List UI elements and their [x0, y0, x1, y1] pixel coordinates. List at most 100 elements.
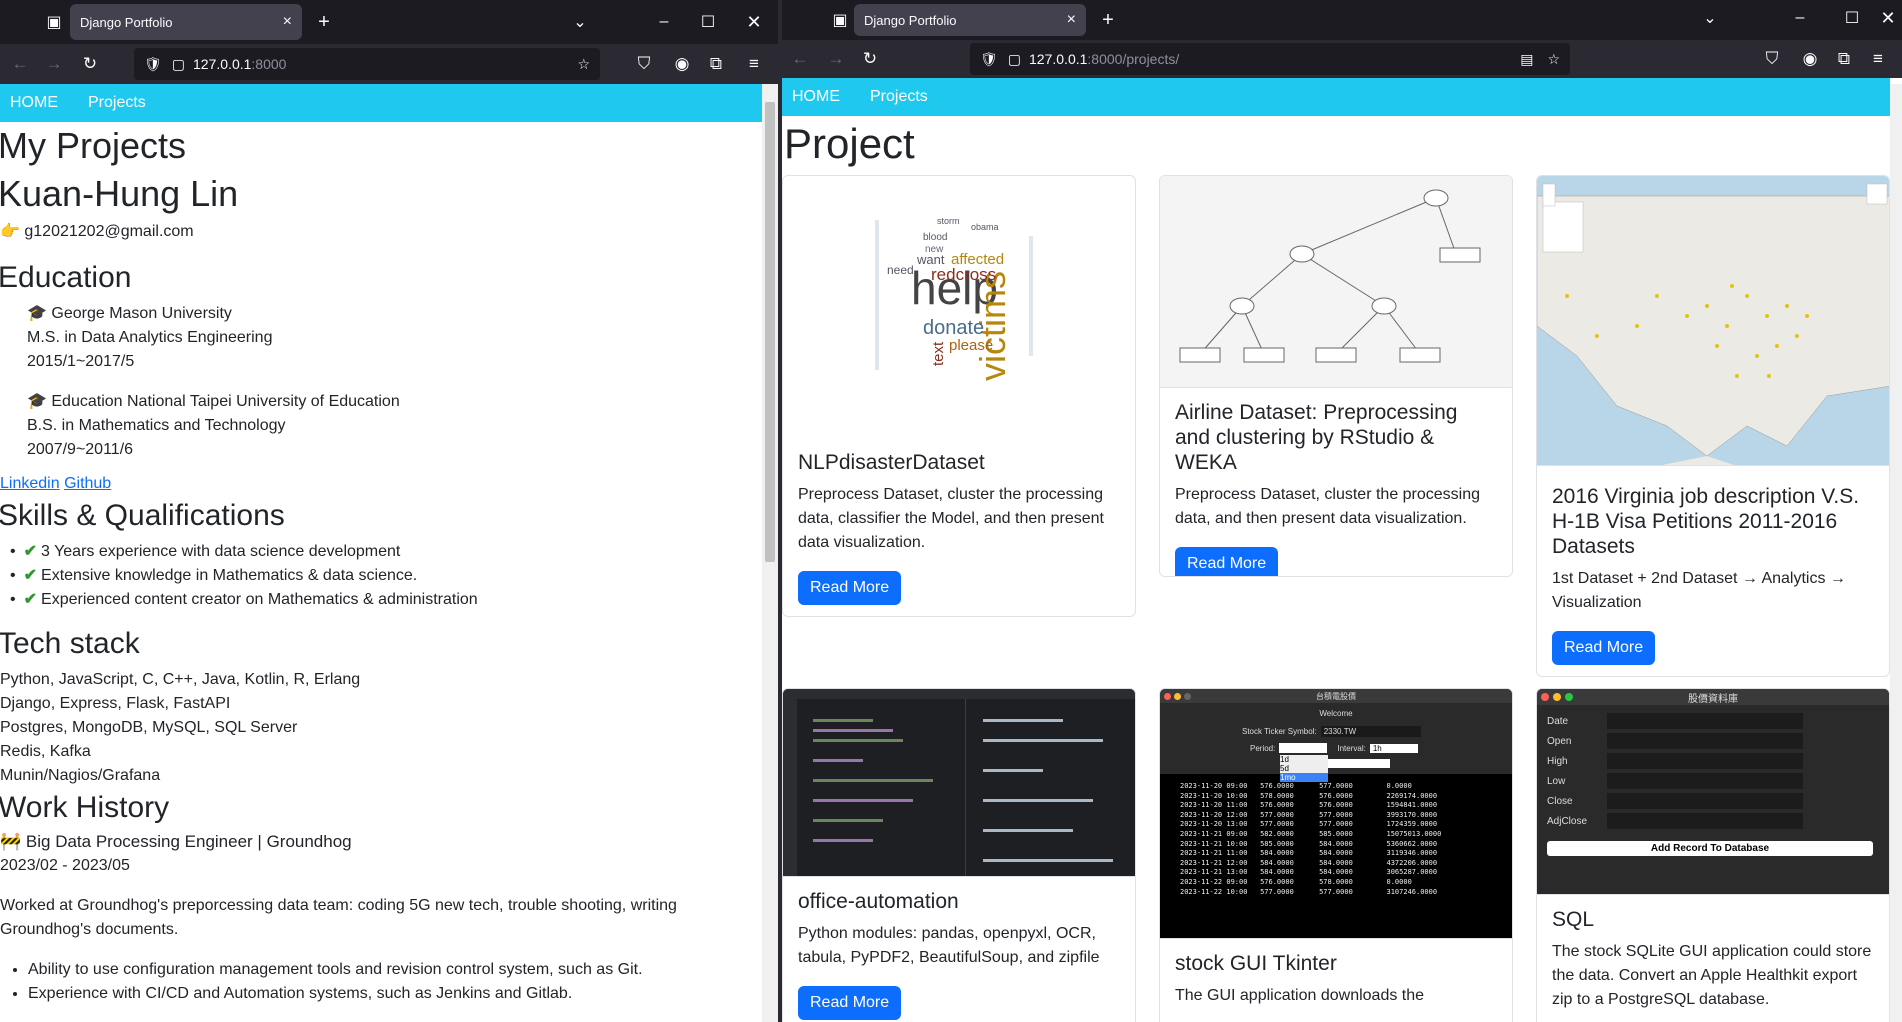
close-window-icon[interactable]: ✕ — [740, 8, 768, 36]
card-title: SQL — [1552, 908, 1595, 931]
account-icon[interactable]: ◉ — [1796, 45, 1824, 73]
menu-icon[interactable]: ≡ — [740, 50, 768, 78]
job-title: 🚧 Big Data Processing Engineer | Groundh… — [0, 832, 352, 851]
extensions-icon[interactable]: ⧉ — [1830, 45, 1858, 73]
close-input[interactable] — [1607, 793, 1803, 809]
account-icon[interactable]: ◉ — [668, 50, 696, 78]
github-link[interactable]: Github — [64, 475, 111, 492]
url-host: 127.0.0.1 — [193, 56, 252, 72]
nav-home-link[interactable]: HOME — [792, 88, 840, 106]
check-icon: ✔ — [23, 567, 38, 584]
tk-period-label: Period: — [1250, 743, 1276, 753]
shield-icon[interactable]: 🛡 — [980, 51, 998, 68]
nav-projects-link[interactable]: Projects — [870, 88, 928, 106]
maximize-icon[interactable]: ☐ — [694, 8, 722, 36]
low-input[interactable] — [1607, 773, 1803, 789]
dropdown-option[interactable]: 5d — [1280, 764, 1328, 773]
new-tab-icon[interactable]: + — [310, 8, 338, 36]
back-icon[interactable]: ← — [786, 45, 814, 73]
close-window-icon[interactable]: ✕ — [1874, 4, 1902, 32]
school-name: Education National Taipei University of … — [51, 393, 400, 410]
scrollbar-thumb[interactable] — [765, 102, 775, 562]
read-more-button[interactable]: Read More — [798, 986, 902, 1020]
project-card: help victims redcross donate affected pl… — [782, 175, 1136, 617]
bookmark-star-icon[interactable]: ☆ — [1547, 51, 1560, 68]
reader-view-icon[interactable]: ▤ — [1520, 51, 1533, 68]
adjclose-input[interactable] — [1607, 813, 1803, 829]
tech-line: Redis, Kafka — [0, 743, 91, 760]
list-item: Ability to use configuration management … — [28, 958, 762, 982]
svg-text:blood: blood — [923, 232, 947, 243]
tk-interval-select[interactable]: 1h — [1369, 743, 1418, 753]
close-tab-icon[interactable]: × — [283, 13, 292, 31]
field-label: Open — [1547, 735, 1572, 747]
reload-icon[interactable]: ↻ — [856, 45, 884, 73]
read-more-button[interactable]: Read More — [1175, 547, 1279, 576]
bookmark-star-icon[interactable]: ☆ — [577, 56, 590, 73]
svg-text:text: text — [930, 341, 947, 366]
shield-icon[interactable]: 🛡 — [144, 56, 162, 73]
card-text: Python modules: pandas, openpyxl, OCR, t… — [798, 925, 1100, 966]
tk-data-table: 2023-11-20 09:00 576.0000 577.0000 0.000… — [1160, 774, 1512, 938]
tab-django-portfolio[interactable]: Django Portfolio × — [70, 4, 302, 40]
pocket-icon[interactable]: ⛉ — [1758, 45, 1786, 73]
card-title: office-automation — [798, 890, 959, 913]
tab-django-portfolio[interactable]: Django Portfolio × — [854, 4, 1086, 36]
forward-icon[interactable]: → — [822, 45, 850, 73]
svg-text:need: need — [887, 263, 914, 277]
table-row: 2023-11-21 11:00 584.0000 584.0000 31193… — [1180, 849, 1438, 858]
list-item: ✔Extensive knowledge in Mathematics & da… — [10, 564, 762, 588]
close-tab-icon[interactable]: × — [1067, 11, 1076, 29]
page-scrollbar[interactable] — [762, 84, 778, 1022]
pocket-icon[interactable]: ⛉ — [630, 50, 658, 78]
url-bar[interactable]: 🛡 ▢ 127.0.0.1:8000 ☆ — [134, 48, 600, 80]
wordcloud-image: help victims redcross donate affected pl… — [783, 176, 1135, 438]
read-more-button[interactable]: Read More — [1552, 631, 1656, 665]
extensions-icon[interactable]: ⧉ — [702, 50, 730, 78]
dropdown-option[interactable]: 1d — [1280, 755, 1328, 764]
date-input[interactable] — [1607, 713, 1803, 729]
table-row: 2023-11-21 09:00 582.0000 585.0000 15075… — [1180, 829, 1442, 838]
table-row: 2023-11-20 10:00 578.0000 576.0000 22691… — [1180, 791, 1438, 800]
nav-projects-link[interactable]: Projects — [88, 94, 146, 112]
wordcloud-graphic: help victims redcross donate affected pl… — [875, 216, 1033, 381]
table-row: 2023-11-20 09:00 576.0000 577.0000 0.000… — [1180, 782, 1412, 790]
menu-icon[interactable]: ≡ — [1864, 45, 1892, 73]
tk-ticker-input[interactable]: 2330.TW — [1320, 726, 1421, 737]
sqlite-app-image: 股價資料庫 Date Open High Low Close AdjClose … — [1537, 689, 1889, 895]
table-row: 2023-11-22 10:00 577.0000 577.0000 31072… — [1180, 887, 1438, 896]
tab-overview-icon[interactable]: ▣ — [826, 6, 854, 34]
site-navbar: HOME Projects — [0, 84, 762, 122]
tab-bar: ▣ Django Portfolio × + ⌄ – ☐ ✕ — [782, 0, 1902, 40]
table-row: 2023-11-20 13:00 577.0000 577.0000 17243… — [1180, 820, 1438, 829]
forward-icon[interactable]: → — [40, 50, 68, 78]
list-tabs-icon[interactable]: ⌄ — [1696, 4, 1724, 32]
decision-tree-image — [1160, 176, 1512, 388]
us-map-graphic — [1537, 183, 1889, 465]
linkedin-link[interactable]: Linkedin — [0, 475, 60, 492]
minimize-icon[interactable]: – — [1786, 4, 1814, 32]
back-icon[interactable]: ← — [6, 50, 34, 78]
open-input[interactable] — [1607, 733, 1803, 749]
tk-period-select[interactable] — [1279, 743, 1328, 753]
tab-overview-icon[interactable]: ▣ — [40, 8, 68, 36]
read-more-button[interactable]: Read More — [798, 571, 902, 605]
nav-home-link[interactable]: HOME — [10, 94, 58, 112]
url-path: :8000/projects/ — [1087, 51, 1180, 67]
add-record-button[interactable]: Add Record To Database — [1547, 841, 1873, 856]
page-scrollbar[interactable] — [1890, 84, 1902, 1022]
project-card: 2016 Virginia job description V.S. H-1B … — [1536, 175, 1890, 677]
high-input[interactable] — [1607, 753, 1803, 769]
tech-stack-heading: Tech stack — [0, 627, 140, 660]
maximize-icon[interactable]: ☐ — [1838, 4, 1866, 32]
decision-tree-graphic — [1179, 189, 1481, 363]
job-bullets: Ability to use configuration management … — [0, 958, 762, 1006]
dropdown-option[interactable]: 1mo — [1280, 773, 1328, 782]
tk-period-dropdown[interactable]: 1d 5d 1mo — [1280, 755, 1328, 782]
card-body: 2016 Virginia job description V.S. H-1B … — [1537, 466, 1889, 676]
list-tabs-icon[interactable]: ⌄ — [566, 8, 594, 36]
url-bar[interactable]: 🛡 ▢ 127.0.0.1:8000/projects/ ▤ ☆ — [970, 43, 1570, 75]
new-tab-icon[interactable]: + — [1094, 6, 1122, 34]
reload-icon[interactable]: ↻ — [76, 50, 104, 78]
minimize-icon[interactable]: – — [650, 8, 678, 36]
